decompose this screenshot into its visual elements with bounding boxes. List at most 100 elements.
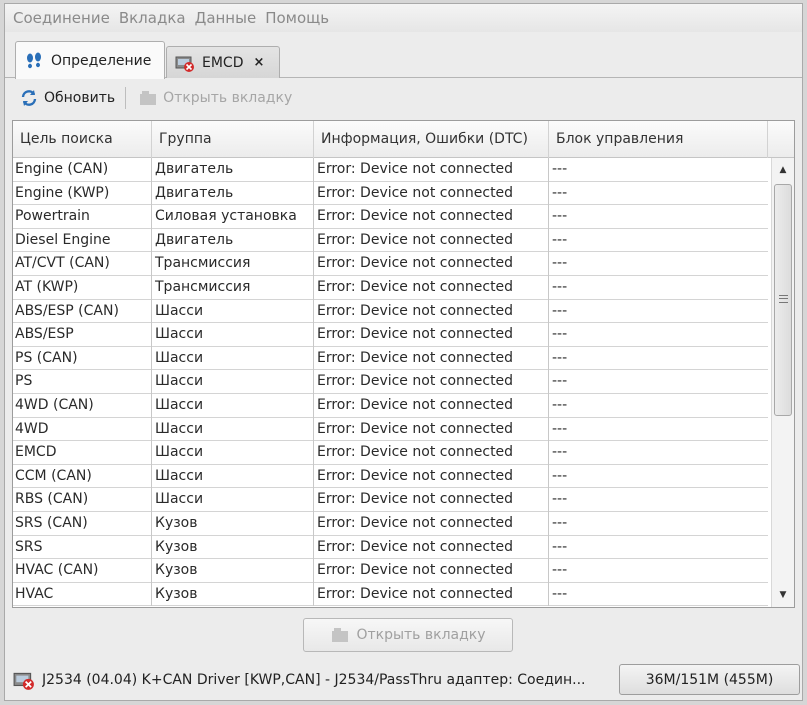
- close-icon[interactable]: ×: [253, 55, 264, 70]
- scrollbar-thumb[interactable]: [774, 184, 792, 416]
- cell-control-unit: ---: [552, 373, 568, 390]
- cell-group: Трансмиссия: [152, 275, 314, 300]
- open-tab-icon: [330, 625, 350, 645]
- cell-group: Кузов: [152, 511, 314, 536]
- cell-info: Error: Device not connected: [314, 158, 549, 182]
- cell-info: Error: Device not connected: [314, 441, 549, 465]
- vertical-scrollbar[interactable]: ▲ ▼: [771, 158, 794, 607]
- table-row[interactable]: 4WD Шасси Error: Device not connected ---: [13, 417, 768, 442]
- menu-data[interactable]: Данные: [195, 9, 257, 27]
- table-row[interactable]: Diesel Engine Двигатель Error: Device not …: [13, 228, 768, 253]
- cell-info: Error: Device not connected: [314, 559, 549, 583]
- menu-tab[interactable]: Вкладка: [119, 9, 186, 27]
- table-row[interactable]: EMCD Шасси Error: Device not connected ---: [13, 441, 768, 465]
- cell-group: Двигатель: [152, 158, 314, 182]
- table-row[interactable]: RBS (CAN) Шасси Error: Device not connecte…: [13, 488, 768, 512]
- cell-control-unit: ---: [552, 231, 568, 248]
- cell-target: Diesel Engine: [13, 228, 152, 253]
- tab-detection[interactable]: Определение: [15, 41, 165, 79]
- table-row[interactable]: Engine (CAN) Двигатель Error: Device not c…: [13, 158, 768, 182]
- column-header-info[interactable]: Информация, Ошибки (DTC): [314, 121, 549, 158]
- column-header-target[interactable]: Цель поиска: [13, 121, 152, 158]
- cell-target: HVAC: [13, 582, 152, 607]
- table-row[interactable]: AT (KWP) Трансмиссия Error: Device not con…: [13, 275, 768, 300]
- refresh-label: Обновить: [44, 90, 116, 106]
- cell-control-unit: ---: [552, 278, 568, 295]
- grip-icon: [779, 295, 788, 303]
- cell-group: Шасси: [152, 299, 314, 324]
- cell-info: Error: Device not connected: [314, 535, 549, 560]
- cell-control-unit: ---: [552, 349, 568, 366]
- table-row[interactable]: Powertrain Силовая установка Error: Device…: [13, 205, 768, 229]
- table-row[interactable]: 4WD (CAN) Шасси Error: Device not connecte…: [13, 393, 768, 418]
- column-header-group[interactable]: Группа: [152, 121, 314, 158]
- cell-control-unit: ---: [552, 491, 568, 508]
- cell-control-unit: ---: [552, 538, 568, 555]
- tab-label: Определение: [51, 52, 152, 69]
- cell-target: SRS: [13, 535, 152, 560]
- menu-help[interactable]: Помощь: [265, 9, 329, 27]
- cell-target: Engine (CAN): [13, 158, 152, 182]
- cell-target: 4WD (CAN): [13, 393, 152, 418]
- table-row[interactable]: AT/CVT (CAN) Трансмиссия Error: Device not…: [13, 252, 768, 276]
- cell-group: Двигатель: [152, 228, 314, 253]
- scroll-up-arrow-icon[interactable]: ▲: [772, 160, 794, 180]
- table-header: Цель поиска Группа Информация, Ошибки (D…: [13, 121, 794, 158]
- memory-usage-button[interactable]: 36M/151M (455M): [619, 664, 800, 695]
- cell-control-unit: ---: [552, 326, 568, 343]
- cell-control-unit: ---: [552, 161, 568, 177]
- toolbar: Обновить Открыть вкладку: [11, 82, 796, 114]
- cell-control-unit: ---: [552, 302, 568, 319]
- cell-info: Error: Device not connected: [314, 511, 549, 536]
- cell-target: AT/CVT (CAN): [13, 252, 152, 276]
- open-tab-button-label: Открыть вкладку: [356, 627, 486, 643]
- cell-target: EMCD: [13, 441, 152, 465]
- results-table: Цель поиска Группа Информация, Ошибки (D…: [12, 120, 795, 608]
- cell-target: SRS (CAN): [13, 511, 152, 536]
- table-row[interactable]: Engine (KWP) Двигатель Error: Device not c…: [13, 181, 768, 206]
- cell-control-unit: ---: [552, 184, 568, 201]
- cell-target: HVAC (CAN): [13, 559, 152, 583]
- status-bar: J2534 (04.04) K+CAN Driver [KWP,CAN] - J…: [5, 660, 802, 700]
- cell-target: CCM (CAN): [13, 464, 152, 489]
- main-window: Соединение Вкладка Данные Помощь Определ…: [4, 3, 803, 701]
- cell-target: PS: [13, 370, 152, 394]
- cell-control-unit: ---: [552, 585, 568, 602]
- table-row[interactable]: ABS/ESP (CAN) Шасси Error: Device not conn…: [13, 299, 768, 324]
- cell-target: Engine (KWP): [13, 181, 152, 206]
- table-row[interactable]: PS (CAN) Шасси Error: Device not connected…: [13, 346, 768, 371]
- cell-control-unit: ---: [552, 514, 568, 531]
- open-tab-button[interactable]: Открыть вкладку: [303, 618, 513, 652]
- tab-label: EMCD: [202, 54, 244, 71]
- menu-connection[interactable]: Соединение: [13, 9, 110, 27]
- table-row[interactable]: CCM (CAN) Шасси Error: Device not connecte…: [13, 464, 768, 489]
- cell-control-unit: ---: [552, 255, 568, 272]
- table-row[interactable]: PS Шасси Error: Device not connected ---: [13, 370, 768, 394]
- cell-info: Error: Device not connected: [314, 370, 549, 394]
- cell-target: ABS/ESP: [13, 323, 152, 347]
- table-row[interactable]: SRS Кузов Error: Device not connected ---: [13, 535, 768, 560]
- cell-group: Кузов: [152, 559, 314, 583]
- open-tab-label: Открыть вкладку: [163, 90, 293, 106]
- cell-group: Шасси: [152, 488, 314, 512]
- cell-info: Error: Device not connected: [314, 275, 549, 300]
- open-tab-toolbar-button[interactable]: Открыть вкладку: [130, 84, 298, 112]
- table-row[interactable]: ABS/ESP Шасси Error: Device not connected -…: [13, 323, 768, 347]
- cell-info: Error: Device not connected: [314, 181, 549, 206]
- cell-info: Error: Device not connected: [314, 299, 549, 324]
- cell-info: Error: Device not connected: [314, 582, 549, 607]
- cell-group: Шасси: [152, 346, 314, 371]
- table-row[interactable]: SRS (CAN) Кузов Error: Device not connecte…: [13, 511, 768, 536]
- table-row[interactable]: HVAC (CAN) Кузов Error: Device not connect…: [13, 559, 768, 583]
- column-header-control-unit[interactable]: Блок управления: [549, 121, 768, 158]
- cell-info: Error: Device not connected: [314, 346, 549, 371]
- cell-target: Powertrain: [13, 205, 152, 229]
- table-body: Engine (CAN) Двигатель Error: Device not c…: [13, 158, 768, 607]
- refresh-icon: [19, 88, 39, 108]
- cell-target: AT (KWP): [13, 275, 152, 300]
- scroll-down-arrow-icon[interactable]: ▼: [772, 585, 794, 605]
- refresh-button[interactable]: Обновить: [11, 84, 121, 112]
- open-tab-icon: [138, 88, 158, 108]
- table-row[interactable]: HVAC Кузов Error: Device not connected ---: [13, 582, 768, 607]
- tab-emcd[interactable]: EMCD ×: [166, 46, 280, 78]
